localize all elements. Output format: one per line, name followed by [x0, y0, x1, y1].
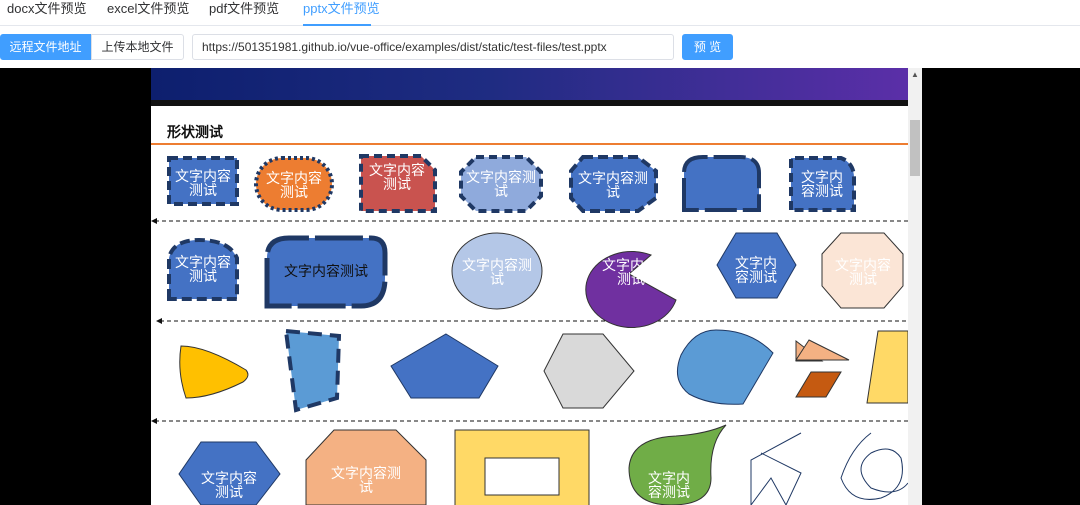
- remote-file-button[interactable]: 远程文件地址: [0, 34, 91, 60]
- round-top-rectangle-shape: [682, 155, 761, 212]
- tab-docx[interactable]: docx文件预览: [7, 0, 86, 26]
- scrollbar-thumb[interactable]: [910, 120, 920, 176]
- toolbar: 远程文件地址 上传本地文件 预 览: [0, 26, 1080, 68]
- preview-button[interactable]: 预 览: [682, 34, 733, 60]
- pentagon-shape: [390, 333, 499, 399]
- scribble-line-shape: [750, 432, 802, 505]
- teardrop-shape: [179, 345, 249, 399]
- vertical-scrollbar[interactable]: ▲: [908, 68, 922, 505]
- arrow-head-icon: [151, 218, 157, 224]
- arrow-head-icon: [151, 418, 157, 424]
- arrow-head-icon: [156, 318, 162, 324]
- scroll-up-arrow-icon[interactable]: ▲: [908, 68, 922, 82]
- scribble-curve-shape: [840, 432, 908, 500]
- shape-label: 文字内容测试: [648, 471, 690, 501]
- upload-local-file-button[interactable]: 上传本地文件: [91, 34, 184, 60]
- trapezoid-shape: [866, 330, 908, 404]
- freeform-shape: [283, 328, 342, 413]
- triangle-peach-shape: [795, 339, 850, 361]
- slide-canvas: 形状测试 文字内容测试 文字内容测试 文字内容测试 文字内容测试 文字内容测试: [151, 68, 908, 505]
- shape-label: 文字内容测试: [284, 263, 368, 280]
- tab-bar: docx文件预览 excel文件预览 pdf文件预览 pptx文件预览: [0, 0, 1080, 26]
- url-input[interactable]: [192, 34, 674, 60]
- hexagon-grey-shape: [543, 333, 635, 409]
- shape-label: 文字内容测试: [801, 170, 843, 200]
- chord-shape: [676, 329, 774, 405]
- pptx-viewer: 形状测试 文字内容测试 文字内容测试 文字内容测试 文字内容测试 文字内容测试: [0, 68, 1080, 505]
- tab-pptx[interactable]: pptx文件预览: [303, 0, 380, 26]
- shape-label: 文字内容测试: [735, 256, 777, 286]
- parallelogram-shape: [795, 371, 842, 398]
- shapes-layer: 文字内容测试 文字内容测试 文字内容测试 文字内容测试 文字内容测试 文字内容测…: [151, 154, 908, 505]
- frame-inner: [484, 457, 560, 496]
- tab-pdf[interactable]: pdf文件预览: [209, 0, 279, 26]
- tab-excel[interactable]: excel文件预览: [107, 0, 189, 26]
